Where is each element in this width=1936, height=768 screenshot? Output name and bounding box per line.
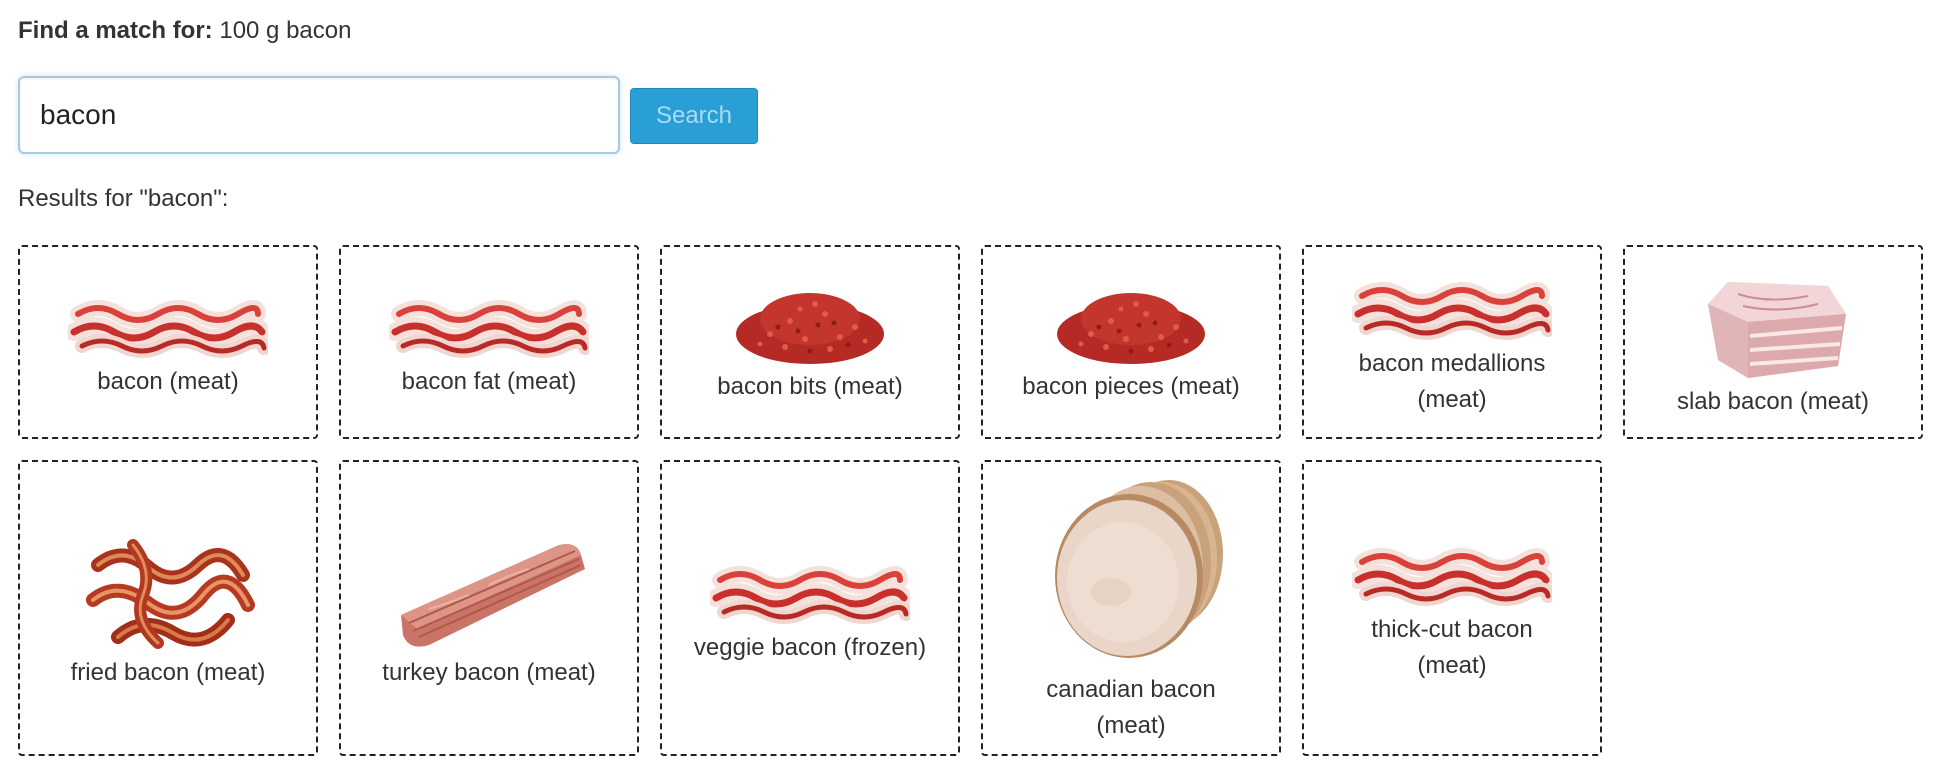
bacon-strips-image — [710, 566, 910, 624]
result-card[interactable]: turkey bacon (meat) — [339, 460, 639, 756]
find-match-value: 100 g bacon — [219, 17, 352, 44]
result-card[interactable]: thick-cut bacon (meat) — [1302, 460, 1602, 756]
results-label: Results for "bacon": — [18, 185, 229, 212]
result-card[interactable]: slab bacon (meat) — [1623, 245, 1923, 439]
result-card[interactable]: canadian bacon (meat) — [981, 460, 1281, 756]
result-card[interactable]: bacon medallions (meat) — [1302, 245, 1602, 439]
result-card[interactable]: bacon pieces (meat) — [981, 245, 1281, 439]
result-name: bacon (meat) — [97, 368, 239, 395]
result-name: bacon pieces (meat) — [1022, 373, 1240, 400]
result-name: canadian bacon (meat) — [1046, 676, 1216, 739]
results-grid: bacon (meat) bacon fat (meat) bacon bits… — [18, 245, 1923, 756]
result-name: bacon bits (meat) — [717, 373, 903, 400]
result-name: turkey bacon (meat) — [382, 659, 596, 686]
result-card[interactable]: bacon (meat) — [18, 245, 318, 439]
pork-belly-slab-image — [1708, 282, 1846, 378]
canadian-bacon-image — [1055, 480, 1223, 658]
fried-bacon-image — [86, 539, 255, 649]
result-card[interactable]: bacon bits (meat) — [660, 245, 960, 439]
result-card[interactable]: bacon fat (meat) — [339, 245, 639, 439]
find-match-line: Find a match for: 100 g bacon — [18, 14, 351, 48]
find-match-label: Find a match for: — [18, 17, 213, 44]
bacon-strips-image — [1352, 282, 1552, 340]
turkey-bacon-image — [401, 544, 585, 647]
bacon-strips-image — [1352, 548, 1552, 606]
bacon-strips-image — [389, 300, 589, 358]
result-name: thick-cut bacon (meat) — [1371, 616, 1533, 679]
result-name: slab bacon (meat) — [1676, 388, 1870, 415]
bacon-bits-image — [736, 293, 884, 364]
result-name: bacon medallions (meat) — [1358, 350, 1546, 413]
result-name: fried bacon (meat) — [70, 659, 266, 686]
result-card[interactable]: veggie bacon (frozen) — [660, 460, 960, 756]
search-input[interactable] — [18, 76, 620, 154]
result-card[interactable]: fried bacon (meat) — [18, 460, 318, 756]
result-name: bacon fat (meat) — [401, 368, 577, 395]
search-button[interactable]: Search — [630, 88, 758, 144]
search-form: Search — [18, 76, 818, 156]
bacon-bits-image — [1057, 293, 1205, 364]
result-name: veggie bacon (frozen) — [693, 634, 927, 661]
bacon-strips-image — [68, 300, 268, 358]
